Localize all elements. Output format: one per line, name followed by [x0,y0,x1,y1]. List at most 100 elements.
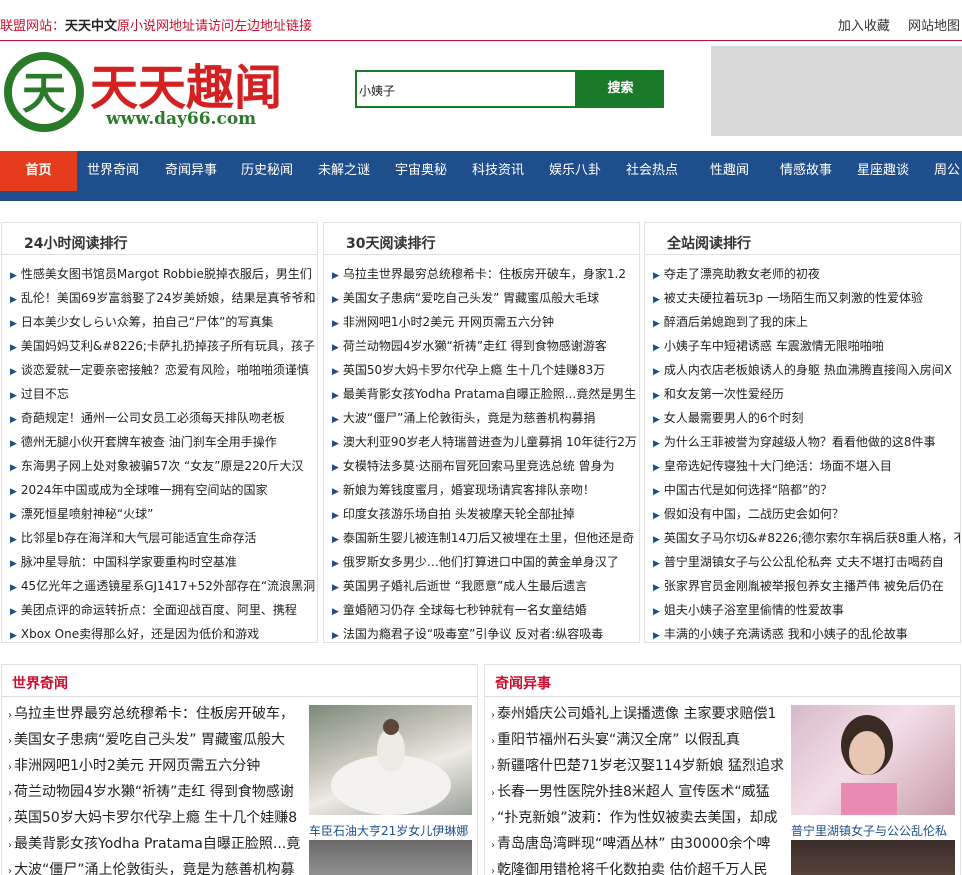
rank-item[interactable]: ▶ 日本美少女しらい众筹，拍自己“尸体”的写真集 [10,310,317,334]
bullet-icon: ▶ [10,559,17,569]
item-text: 假如没有中国，二战历史会如何？ [663,507,844,521]
rank-item[interactable]: ▶ 美国妈妈艾利&#8226;卡萨扎扔掉孩子所有玩具，孩子 [10,334,317,358]
rank-item[interactable]: ▶ 乌拉圭世界最穷总统穆希卡：住板房开破车，身家1.2 [332,262,639,286]
article-link[interactable]: › 乾隆御用错枪将千化数拍卖 估价超千万人民 [491,857,787,875]
nav-item-tech[interactable]: 科技资讯 [472,151,524,191]
add-favorite-link[interactable]: 加入收藏 [838,19,890,34]
rank-item[interactable]: ▶ 张家界官员金刚胤被举报包养女主播芦伟 被免后仍在 [653,574,960,598]
rank-item[interactable]: ▶ 姐夫小姨子浴室里偷情的性爱故事 [653,598,960,622]
search-input[interactable]: 小姨子 [355,70,577,108]
rank-item[interactable]: ▶ 小姨子车中短裙诱惑 车震激情无限啪啪啪 [653,334,960,358]
nav-item-home[interactable]: 首页 [0,151,77,191]
rank-item[interactable]: ▶ 被丈夫硬拉着玩3p 一场陌生而又刺激的性爱体验 [653,286,960,310]
wedding-photo[interactable] [309,705,472,815]
rank-item[interactable]: ▶ 和女友第一次性爱经历 [653,382,960,406]
rank-item[interactable]: ▶ 普宁里湖镇女子与公公乱伦私奔 丈夫不堪打击喝药自 [653,550,960,574]
woman-photo[interactable] [791,705,955,815]
item-text: 美国女子患病“爱吃自己头发” 胃藏蜜瓜般大 [14,732,285,748]
item-text: 奇葩规定！通州一公司女员工必须每天排队吻老板 [20,411,285,425]
alliance-message-link[interactable]: 原小说网地址请访问左边地址链接 [117,19,312,34]
rank-item[interactable]: ▶ 成人内衣店老板娘诱人的身躯 热血沸腾直接闯入房间X [653,358,960,382]
article-link[interactable]: › 青岛唐岛湾畔现“啤酒丛林” 由30000余个啤 [491,831,787,857]
rank-item[interactable]: ▶ 东海男子网上处对象被骗57次 “女友”原是220斤大汉 [10,454,317,478]
wedding-photo-caption[interactable]: 车臣石油大亨21岁女儿伊琳娜 [309,822,474,839]
nav-item-sex[interactable]: 性趣闻 [710,151,749,191]
rank-item[interactable]: ▶ 英国男子婚礼后逝世 “我愿意”成人生最后遗言 [332,574,639,598]
rank-item[interactable]: ▶ 醉酒后弟媳跑到了我的床上 [653,310,960,334]
rank-item[interactable]: ▶ 法国为瘾君子设“吸毒室”引争议 反对者:纵容吸毒 [332,622,639,646]
article-link[interactable]: › 重阳节福州石头宴“满汉全席” 以假乱真 [491,727,787,753]
rank-item[interactable]: ▶ 2024年中国或成为全球唯一拥有空间站的国家 [10,478,317,502]
second-photo[interactable] [309,840,472,875]
rank-item[interactable]: ▶ 45亿光年之遥透镜星系GJ1417+52外部存在“流浪黑洞 [10,574,317,598]
rank-item[interactable]: ▶ 童婚陋习仍存 全球每七秒钟就有一名女童结婚 [332,598,639,622]
nav-item-history[interactable]: 历史秘闻 [241,151,293,191]
alliance-site-link[interactable]: 天天中文 [65,19,117,34]
site-logo[interactable]: 天 天天趣闻 www.day66.com [4,48,324,136]
article-link[interactable]: › 新疆喀什巴楚71岁老汉娶114岁新娘 猛烈追求 [491,753,787,779]
article-link[interactable]: › 长春一男性医院外挂8米超人 宣传医术“威猛 [491,779,787,805]
rank-item[interactable]: ▶ 性感美女图书馆员Margot Robbie脱掉衣服后，男生们 [10,262,317,286]
rank-item[interactable]: ▶ 荷兰动物园4岁水獭“祈祷”走红 得到食物感谢游客 [332,334,639,358]
rank-item[interactable]: ▶ 德州无腿小伙开套牌车被查 油门刹车全用手操作 [10,430,317,454]
section-odd-title[interactable]: 奇闻异事 [495,673,551,693]
article-link[interactable]: › 荷兰动物园4岁水獭“祈祷”走红 得到食物感谢 [8,779,300,805]
article-link[interactable]: › 美国女子患病“爱吃自己头发” 胃藏蜜瓜般大 [8,727,300,753]
rank-item[interactable]: ▶ 美团点评的命运转折点：全面迎战百度、阿里、携程 [10,598,317,622]
rank-item[interactable]: ▶ 俄罗斯女多男少…他们打算进口中国的黄金单身汉了 [332,550,639,574]
rank-item[interactable]: ▶ 最美背影女孩Yodha Pratama自曝正脸照...竟然是男生 [332,382,639,406]
rank-item[interactable]: ▶ 中国古代是如何选择“陪都”的？ [653,478,960,502]
rank-item[interactable]: ▶ 比邻星b存在海洋和大气层可能适宜生命存活 [10,526,317,550]
rank-item[interactable]: ▶ 脉冲星导航：中国科学家要重构时空基准 [10,550,317,574]
article-link[interactable]: › 最美背影女孩Yodha Pratama自曝正脸照...竟 [8,831,300,857]
rank-item[interactable]: ▶ 假如没有中国，二战历史会如何？ [653,502,960,526]
rank-item[interactable]: ▶ 美国女子患病“爱吃自己头发” 胃藏蜜瓜般大毛球 [332,286,639,310]
item-text: 普宁里湖镇女子与公公乱伦私奔 丈夫不堪打击喝药自 [663,555,944,569]
rank-item[interactable]: ▶ Xbox One卖得那么好，还是因为低价和游戏 [10,622,317,646]
sitemap-link[interactable]: 网站地图 [908,19,960,34]
nav-item-dream[interactable]: 周公 [934,151,960,191]
nav-item-star[interactable]: 星座趣谈 [857,151,909,191]
article-link[interactable]: › 非洲网吧1小时2美元 开网页需五六分钟 [8,753,300,779]
nav-item-emotion[interactable]: 情感故事 [780,151,832,191]
rank-item[interactable]: ▶ 非洲网吧1小时2美元 开网页需五六分钟 [332,310,639,334]
rank-item[interactable]: ▶ 英国50岁大妈卡罗尔代孕上瘾 生十几个娃赚83万 [332,358,639,382]
rank-item[interactable]: ▶ 印度女孩游乐场自拍 头发被摩天轮全部扯掉 [332,502,639,526]
nav-item-odd[interactable]: 奇闻异事 [165,151,217,191]
nav-item-mystery[interactable]: 未解之谜 [318,151,370,191]
article-link[interactable]: › 乌拉圭世界最穷总统穆希卡：住板房开破车， [8,701,300,727]
rank-item[interactable]: ▶ 谈恋爱就一定要亲密接触？恋爱有风险，啪啪啪须谨慎 [10,358,317,382]
bullet-icon: ▶ [653,559,660,569]
article-link[interactable]: › 泰州婚庆公司婚礼上误播遗像 主家要求赔偿1 [491,701,787,727]
rank-item[interactable]: ▶ 皇帝选妃传寝独十大门绝活：场面不堪入目 [653,454,960,478]
nav-item-ent[interactable]: 娱乐八卦 [549,151,601,191]
section-world-title[interactable]: 世界奇闻 [12,673,68,693]
article-link[interactable]: › 英国50岁大妈卡罗尔代孕上瘾 生十几个娃赚8 [8,805,300,831]
second-odd-photo[interactable] [791,840,955,875]
rank-item[interactable]: ▶ 女人最需要男人的6个时刻 [653,406,960,430]
item-text: 美国女子患病“爱吃自己头发” 胃藏蜜瓜般大毛球 [342,291,600,305]
rank-item[interactable]: ▶ 大波“僵尸”涌上伦敦街头，竟是为慈善机构募捐 [332,406,639,430]
rank-item[interactable]: ▶ 奇葩规定！通州一公司女员工必须每天排队吻老板 [10,406,317,430]
rank-item[interactable]: ▶ 英国女子马尔切&#8226;德尔索尔车祸后获8重人格，不 [653,526,960,550]
rank-item[interactable]: ▶ 乱伦！美国69岁富翁娶了24岁美娇娘，结果是真爷爷和 [10,286,317,310]
rank-item[interactable]: ▶ 新娘为筹钱度蜜月，婚宴现场请宾客排队亲吻！ [332,478,639,502]
rank-item[interactable]: ▶ 过目不忘 [10,382,317,406]
rank-item[interactable]: ▶ 为什么王菲被誉为穿越级人物？看看他做的这8件事 [653,430,960,454]
nav-item-world[interactable]: 世界奇闻 [87,151,139,191]
rank-item[interactable]: ▶ 澳大利亚90岁老人特瑞普进查为儿童募捐 10年徒行2万 [332,430,639,454]
nav-item-universe[interactable]: 宇宙奥秘 [395,151,447,191]
rank-item[interactable]: ▶ 泰国新生婴儿被连制14刀后又被埋在土里，但他还是奇 [332,526,639,550]
bullet-icon: ▶ [332,631,339,641]
nav-item-social[interactable]: 社会热点 [626,151,678,191]
rank-item[interactable]: ▶ 漂死恒星喷射神秘“火球” [10,502,317,526]
article-link[interactable]: › 大波“僵尸”涌上伦敦街头，竟是为慈善机构募 [8,857,300,875]
item-text: 2024年中国或成为全球唯一拥有空间站的国家 [20,483,268,497]
ad-banner[interactable] [711,46,962,136]
woman-photo-caption[interactable]: 普宁里湖镇女子与公公乱伦私 [791,822,955,839]
rank-item[interactable]: ▶ 丰满的小姨子充满诱惑 我和小姨子的乱伦故事 [653,622,960,646]
article-link[interactable]: › “扑克新娘”波莉：作为性奴被卖去美国，却成 [491,805,787,831]
search-button[interactable]: 搜索 [577,70,664,108]
rank-item[interactable]: ▶ 夺走了漂亮助教女老师的初夜 [653,262,960,286]
rank-item[interactable]: ▶ 女模特法多莫·达丽布冒死回索马里竞选总统 曾身为 [332,454,639,478]
